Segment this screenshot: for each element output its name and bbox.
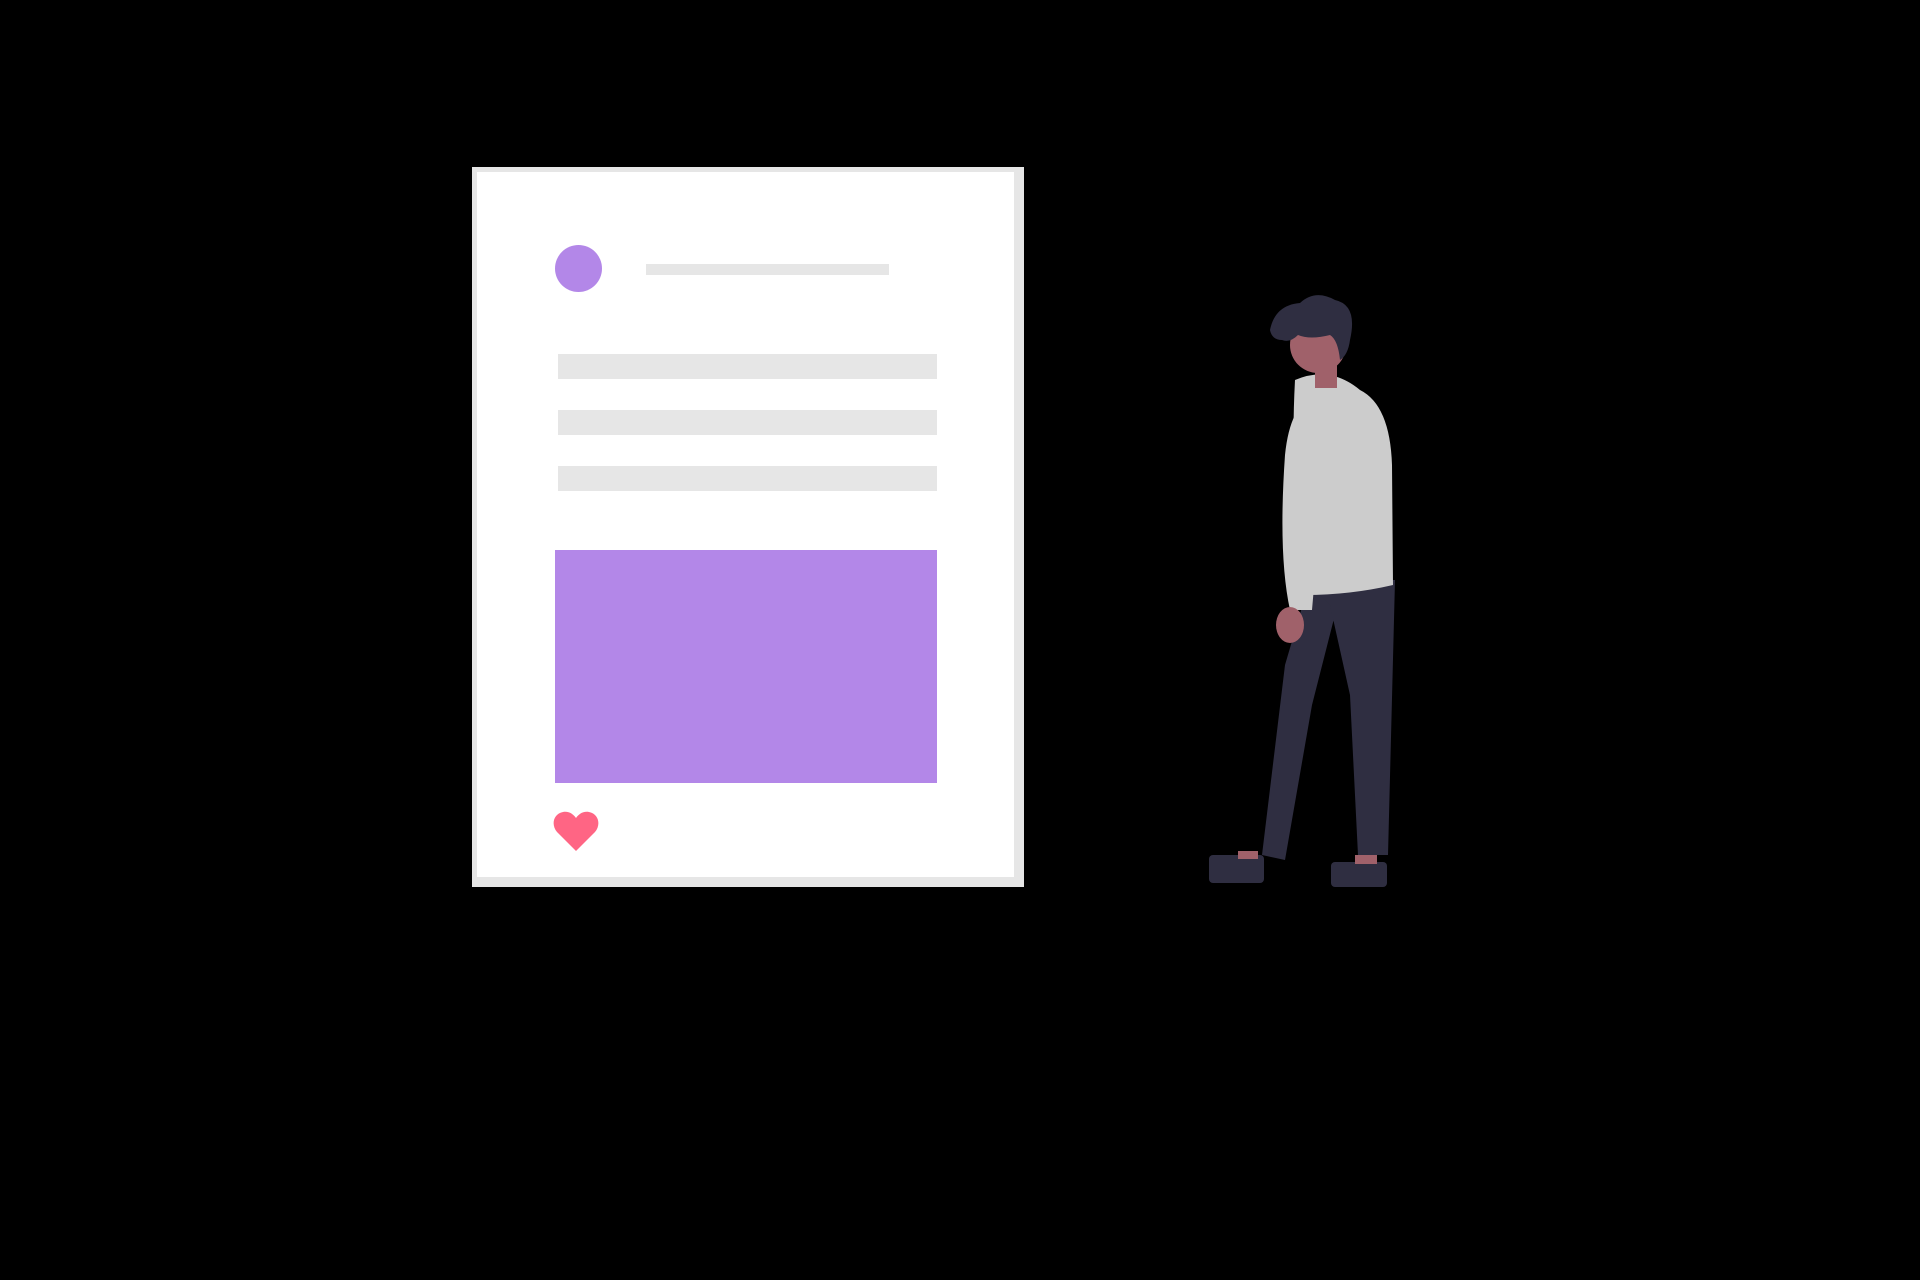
person-illustration [1190, 295, 1430, 895]
person-ankle-front [1355, 855, 1377, 864]
post-text-line-1 [558, 354, 937, 379]
person-hand [1276, 607, 1304, 643]
person-shoe-front [1331, 862, 1387, 887]
heart-icon[interactable] [553, 810, 599, 852]
post-image-placeholder [555, 550, 937, 783]
illustration-canvas [0, 0, 1920, 1280]
person-shoe-back [1209, 855, 1264, 883]
post-text-line-2 [558, 410, 937, 435]
post-card-body [477, 172, 1014, 877]
person-ankle-back [1238, 851, 1258, 859]
post-title-placeholder [646, 264, 889, 275]
avatar [555, 245, 602, 292]
post-card [472, 167, 1024, 887]
post-text-line-3 [558, 466, 937, 491]
